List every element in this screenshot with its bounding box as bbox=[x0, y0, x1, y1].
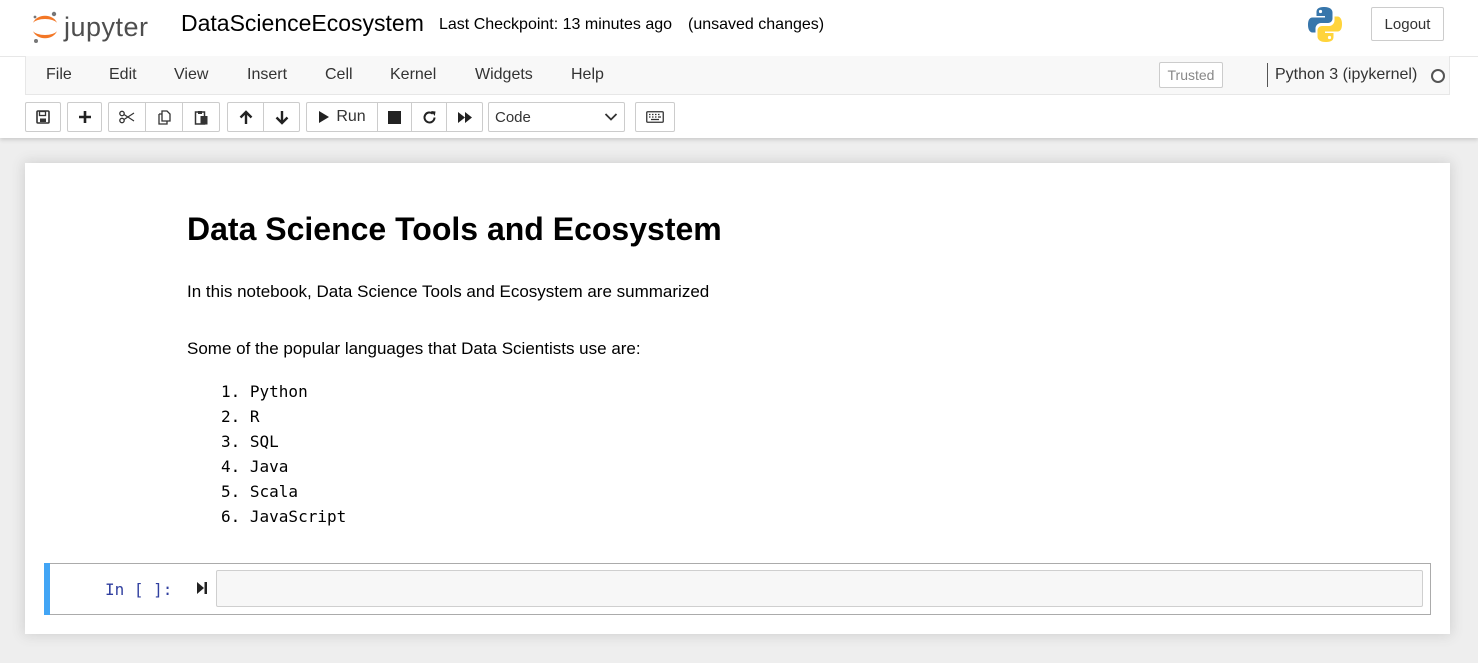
cut-button[interactable] bbox=[108, 102, 146, 132]
toolbar: Run Code bbox=[0, 95, 1478, 138]
notebook-header: jupyter DataScienceEcosystem Last Checkp… bbox=[0, 0, 1478, 138]
menu-insert[interactable]: Insert bbox=[247, 66, 287, 84]
save-button[interactable] bbox=[25, 102, 61, 132]
run-cell-icon[interactable] bbox=[196, 580, 208, 596]
arrow-down-icon bbox=[275, 110, 288, 125]
stop-icon bbox=[388, 110, 401, 124]
jupyter-icon bbox=[33, 11, 57, 43]
play-icon bbox=[319, 111, 330, 123]
keyboard-icon bbox=[646, 111, 664, 123]
chevron-down-icon bbox=[604, 113, 618, 121]
code-cell[interactable]: In [ ]: bbox=[44, 563, 1431, 615]
interrupt-button[interactable] bbox=[378, 102, 412, 132]
input-prompt: In [ ]: bbox=[105, 580, 173, 599]
logout-button[interactable]: Logout bbox=[1371, 7, 1444, 41]
menu-bar: File Edit View Insert Cell Kernel Widget… bbox=[25, 56, 1450, 95]
menu-widgets[interactable]: Widgets bbox=[475, 66, 533, 84]
kernel-name[interactable]: Python 3 (ipykernel) bbox=[1275, 66, 1417, 84]
cell-type-value: Code bbox=[495, 108, 531, 126]
cut-icon bbox=[119, 110, 135, 124]
menu-kernel[interactable]: Kernel bbox=[390, 66, 436, 84]
top-bar: jupyter DataScienceEcosystem Last Checkp… bbox=[0, 0, 1478, 57]
list-item: 3. SQL bbox=[221, 432, 279, 451]
menu-help[interactable]: Help bbox=[571, 66, 604, 84]
menu-file[interactable]: File bbox=[46, 66, 72, 84]
list-item: 5. Scala bbox=[221, 482, 299, 501]
menu-edit[interactable]: Edit bbox=[109, 66, 137, 84]
run-button-label: Run bbox=[336, 108, 366, 125]
kernel-separator bbox=[1267, 63, 1268, 87]
move-down-button[interactable] bbox=[264, 102, 300, 132]
plus-icon bbox=[78, 111, 91, 123]
run-button[interactable]: Run bbox=[306, 102, 378, 132]
fast-forward-icon bbox=[457, 111, 472, 123]
list-item: 2. R bbox=[221, 407, 260, 426]
copy-icon bbox=[157, 109, 171, 125]
markdown-intro-text: In this notebook, Data Science Tools and… bbox=[187, 282, 710, 301]
jupyter-logo-text: jupyter bbox=[64, 11, 149, 42]
checkpoint-status: Last Checkpoint: 13 minutes ago bbox=[439, 16, 673, 33]
markdown-languages-text: Some of the popular languages that Data … bbox=[187, 339, 641, 358]
arrow-up-icon bbox=[239, 109, 252, 124]
list-item: 6. JavaScript bbox=[221, 507, 347, 526]
cell-type-select[interactable]: Code bbox=[488, 102, 625, 132]
notebook-name[interactable]: DataScienceEcosystem bbox=[181, 10, 424, 37]
command-palette-button[interactable] bbox=[635, 102, 675, 132]
list-item: 4. Java bbox=[221, 457, 289, 476]
autosave-status: (unsaved changes) bbox=[688, 16, 825, 33]
save-icon bbox=[36, 110, 50, 124]
kernel-idle-indicator bbox=[1431, 69, 1445, 83]
menu-cell[interactable]: Cell bbox=[325, 66, 353, 84]
markdown-heading: Data Science Tools and Ecosystem bbox=[187, 211, 722, 247]
python-logo-icon bbox=[1308, 7, 1342, 42]
copy-button[interactable] bbox=[146, 102, 183, 132]
move-up-button[interactable] bbox=[227, 102, 264, 132]
code-input[interactable] bbox=[216, 570, 1423, 607]
paste-button[interactable] bbox=[183, 102, 220, 132]
paste-icon bbox=[194, 110, 207, 125]
notebook-container: Data Science Tools and Ecosystem In this… bbox=[25, 163, 1450, 634]
menu-view[interactable]: View bbox=[174, 66, 208, 84]
restart-icon bbox=[423, 110, 435, 123]
selected-cell-indicator bbox=[44, 563, 50, 615]
restart-run-all-button[interactable] bbox=[447, 102, 483, 132]
list-item: 1. Python bbox=[221, 382, 308, 401]
restart-kernel-button[interactable] bbox=[412, 102, 447, 132]
trusted-indicator[interactable]: Trusted bbox=[1159, 62, 1223, 88]
languages-list: 1. Python 2. R 3. SQL 4. Java 5. Scala 6… bbox=[221, 379, 346, 529]
insert-cell-button[interactable] bbox=[67, 102, 102, 132]
jupyter-logo[interactable]: jupyter bbox=[30, 8, 149, 46]
